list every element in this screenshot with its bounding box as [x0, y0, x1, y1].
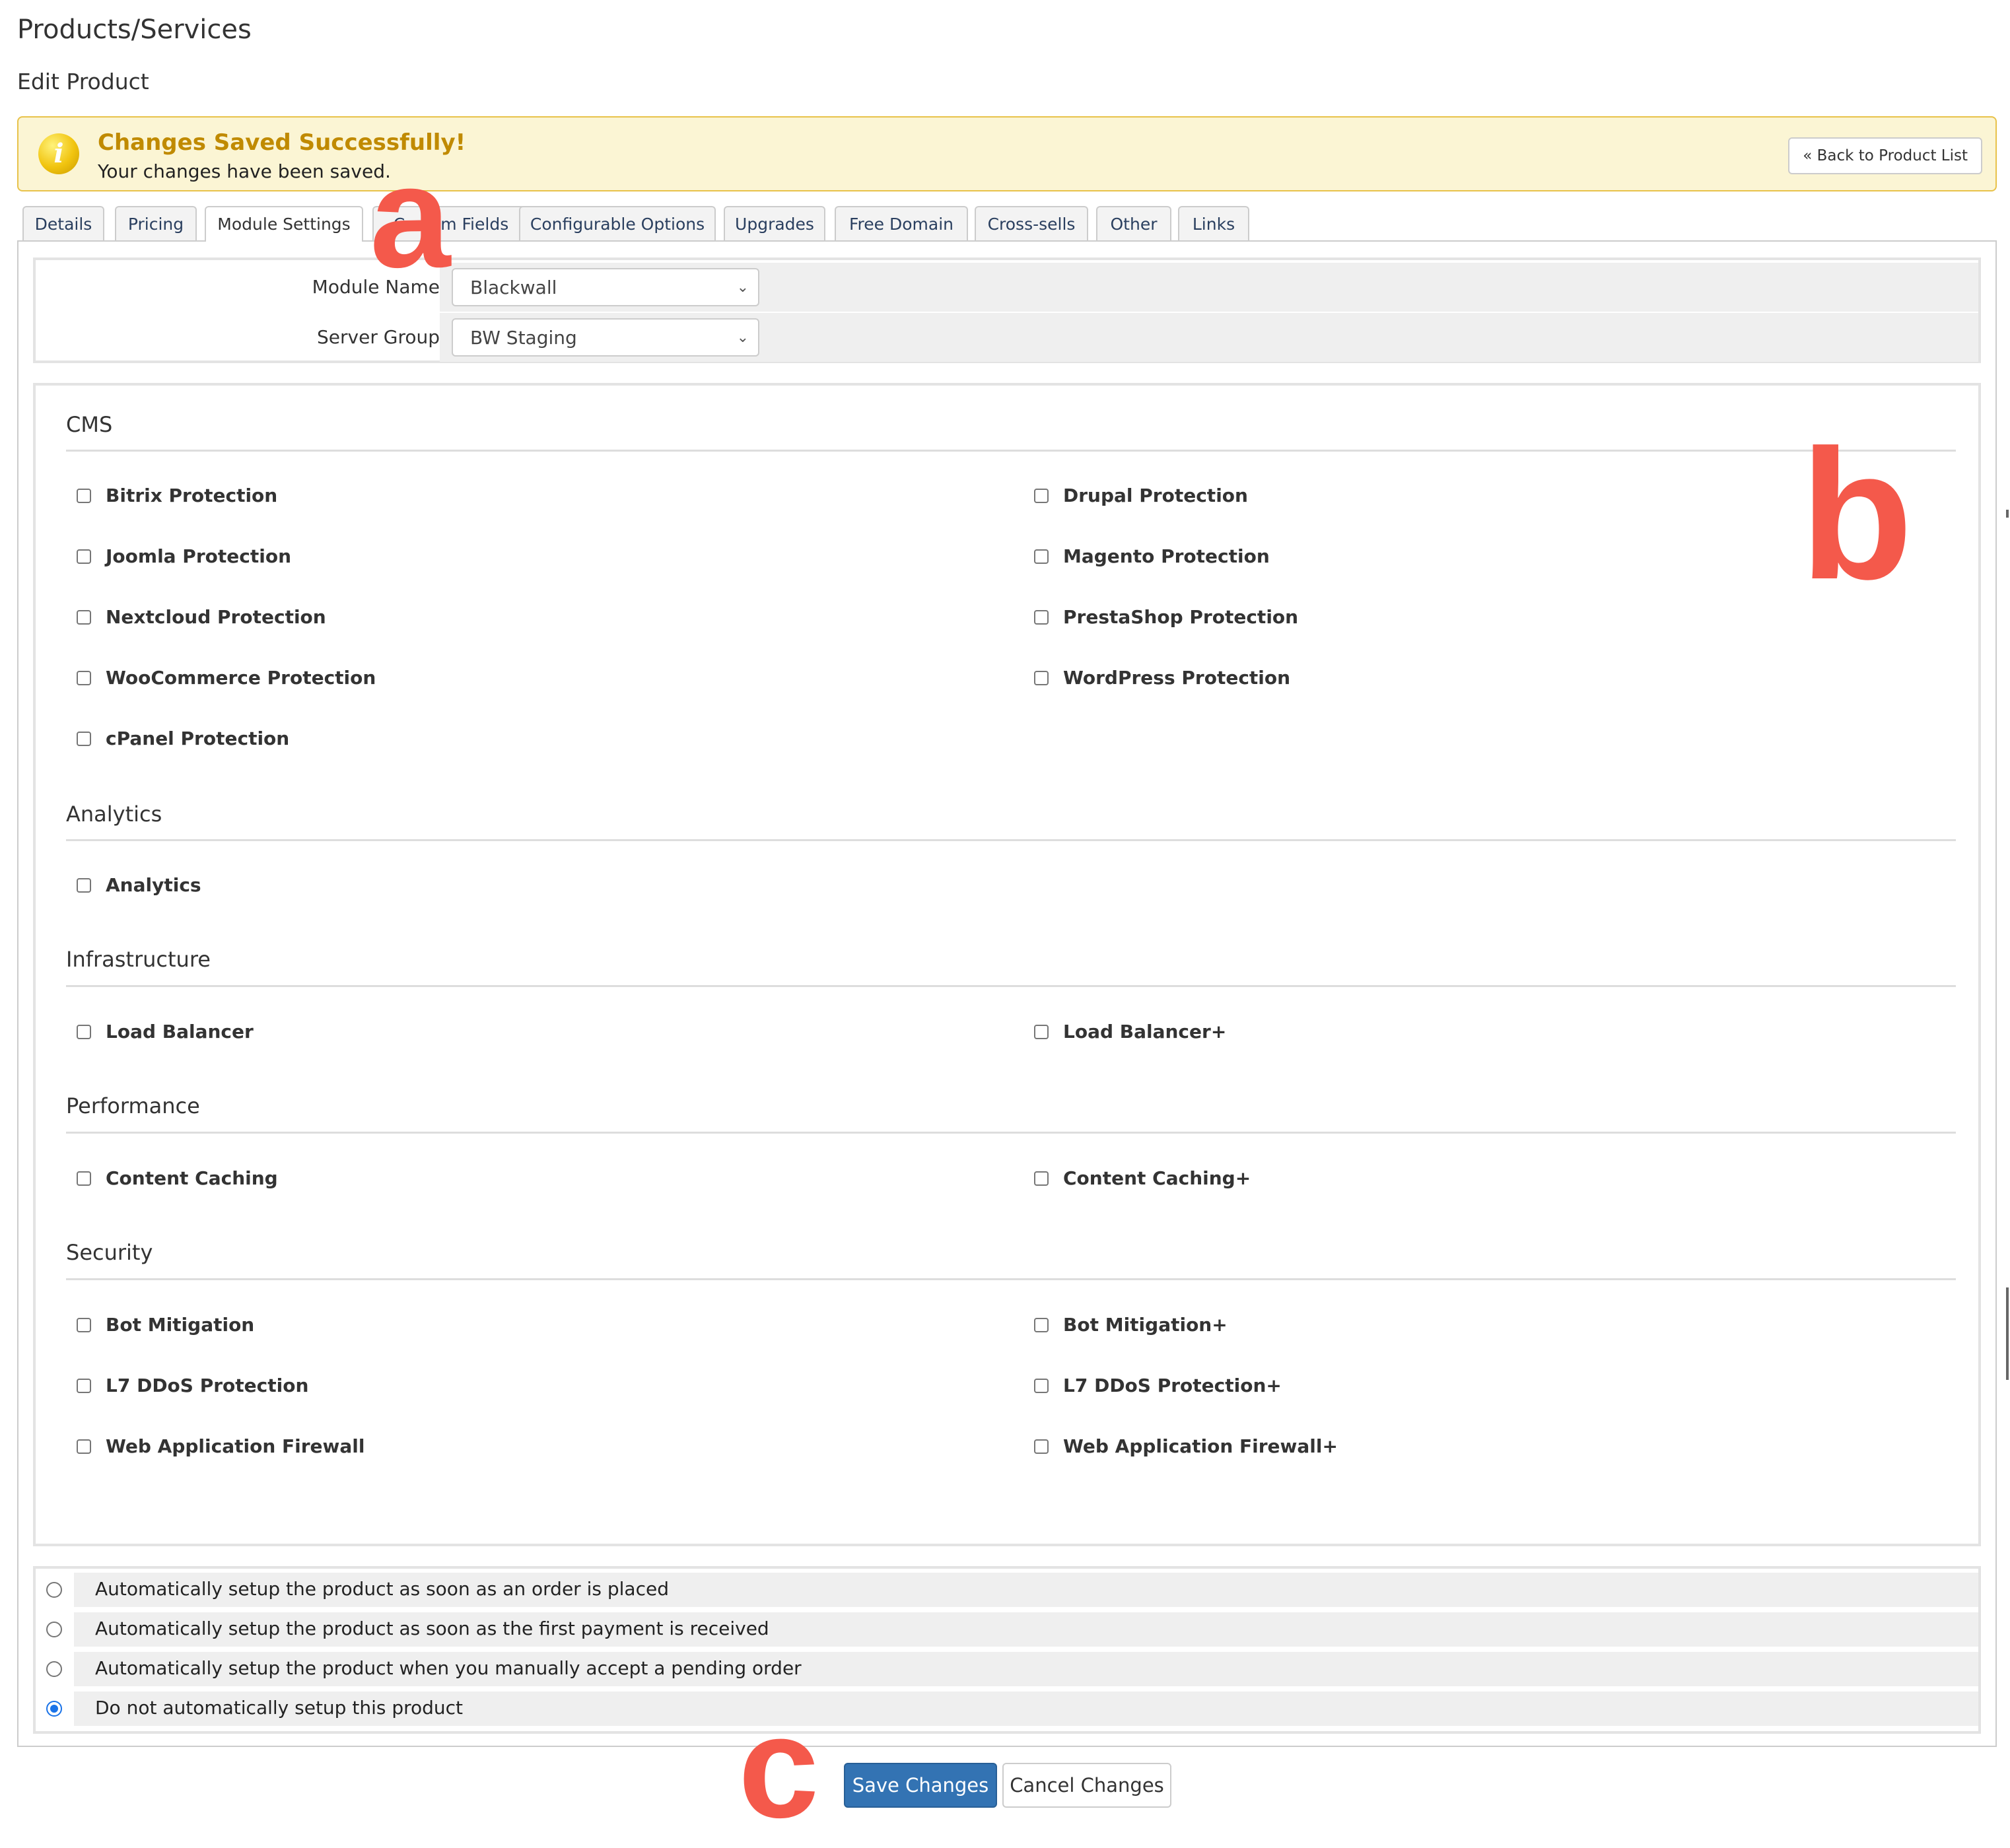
section-title-security: Security [66, 1240, 153, 1265]
back-to-product-list-button[interactable]: « Back to Product List [1788, 137, 1982, 174]
checkbox[interactable] [77, 1171, 91, 1186]
setup-option-no-auto-setup[interactable]: Do not automatically setup this product [36, 1690, 1978, 1727]
save-changes-button[interactable]: Save Changes [844, 1763, 997, 1808]
page-subtitle: Edit Product [17, 69, 149, 94]
checkbox[interactable] [1034, 549, 1049, 564]
tab-upgrades[interactable]: Upgrades [724, 206, 825, 240]
tab-module-settings[interactable]: Module Settings [205, 206, 363, 242]
section-title-infrastructure: Infrastructure [66, 947, 211, 972]
scrollbar-tick [2006, 510, 2009, 518]
page-title: Products/Services [17, 15, 252, 45]
checkbox[interactable] [1034, 1171, 1049, 1186]
checkbox[interactable] [1034, 1318, 1049, 1332]
radio-button[interactable] [46, 1622, 62, 1637]
alert-message: Your changes have been saved. [98, 160, 391, 182]
feature-options-box: CMS Bitrix Protection Drupal Protection … [33, 383, 1981, 1546]
radio-button[interactable] [46, 1661, 62, 1677]
tab-pricing[interactable]: Pricing [115, 206, 197, 240]
tab-other[interactable]: Other [1096, 206, 1171, 240]
tab-configurable-options[interactable]: Configurable Options [519, 206, 716, 240]
module-name-value: Blackwall [470, 277, 557, 298]
info-icon: i [38, 133, 79, 174]
scrollbar-thumb[interactable] [2006, 1287, 2009, 1380]
server-group-value: BW Staging [470, 327, 577, 349]
auto-setup-options: Automatically setup the product as soon … [33, 1566, 1981, 1734]
checkbox[interactable] [77, 1318, 91, 1332]
cancel-changes-button[interactable]: Cancel Changes [1002, 1763, 1171, 1808]
radio-button[interactable] [46, 1582, 62, 1598]
chevron-down-icon: ⌄ [736, 329, 749, 346]
tab-free-domain[interactable]: Free Domain [835, 206, 968, 240]
section-title-cms: CMS [66, 412, 113, 437]
setup-option-manual-accept[interactable]: Automatically setup the product when you… [36, 1651, 1978, 1688]
checkbox[interactable] [1034, 1025, 1049, 1039]
checkbox[interactable] [1034, 610, 1049, 625]
section-title-analytics: Analytics [66, 802, 162, 827]
checkbox[interactable] [77, 1025, 91, 1039]
module-name-row: Module Name Blackwall ⌄ [36, 263, 1978, 312]
checkbox[interactable] [77, 610, 91, 625]
checkbox[interactable] [1034, 671, 1049, 685]
chevron-down-icon: ⌄ [736, 279, 749, 296]
success-alert: i Changes Saved Successfully! Your chang… [17, 116, 1997, 191]
radio-button-selected[interactable] [46, 1701, 62, 1717]
module-settings-panel: Module Name Blackwall ⌄ Server Group BW … [17, 240, 1997, 1747]
module-name-select[interactable]: Blackwall ⌄ [452, 268, 759, 306]
section-title-performance: Performance [66, 1093, 200, 1118]
annotation-marker-b: b [1800, 412, 1914, 618]
setup-option-order-placed[interactable]: Automatically setup the product as soon … [36, 1571, 1978, 1608]
checkbox[interactable] [1034, 1439, 1049, 1454]
module-config-table: Module Name Blackwall ⌄ Server Group BW … [33, 257, 1981, 363]
server-group-row: Server Group BW Staging ⌄ [36, 313, 1978, 362]
annotation-marker-a: a [370, 135, 451, 298]
tab-details[interactable]: Details [22, 206, 104, 240]
checkbox[interactable] [77, 549, 91, 564]
checkbox[interactable] [77, 878, 91, 893]
checkbox[interactable] [77, 732, 91, 746]
server-group-select[interactable]: BW Staging ⌄ [452, 318, 759, 357]
checkbox[interactable] [77, 671, 91, 685]
checkbox[interactable] [77, 1439, 91, 1454]
checkbox[interactable] [77, 489, 91, 503]
checkbox[interactable] [1034, 489, 1049, 503]
checkbox[interactable] [1034, 1379, 1049, 1393]
server-group-label: Server Group [317, 326, 440, 348]
tab-links[interactable]: Links [1178, 206, 1249, 240]
setup-option-first-payment[interactable]: Automatically setup the product as soon … [36, 1611, 1978, 1648]
annotation-marker-c: c [738, 1686, 819, 1848]
tab-cross-sells[interactable]: Cross-sells [975, 206, 1088, 240]
checkbox[interactable] [77, 1379, 91, 1393]
